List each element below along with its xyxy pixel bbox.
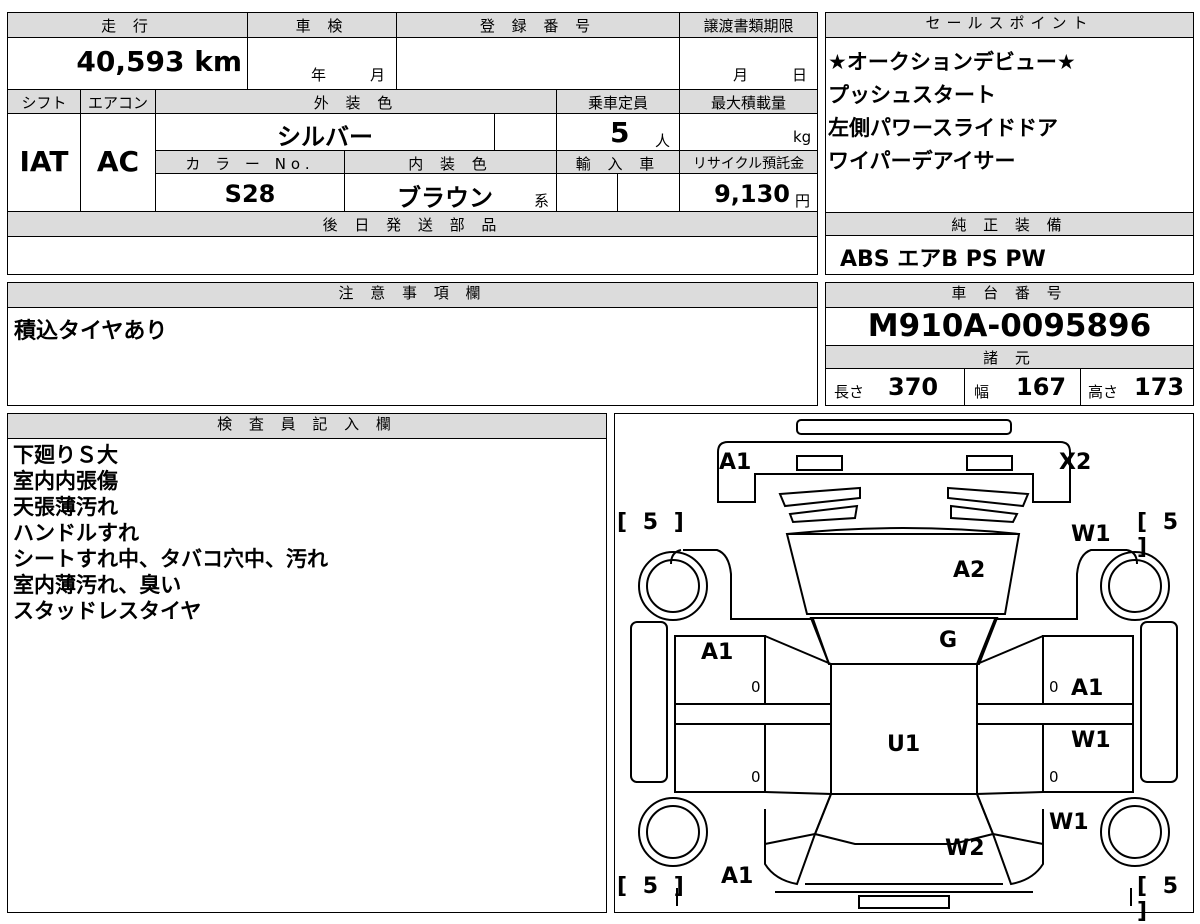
exterior-color-header: 外 装 色 — [313, 94, 399, 112]
zero-mark: 0 — [1049, 768, 1059, 786]
mark-right-front-fender: W1 — [1071, 522, 1111, 547]
height-label: 高さ — [1088, 383, 1119, 401]
mark-rear-left: A1 — [721, 864, 754, 889]
recycle-header: リサイクル預託金 — [692, 156, 805, 172]
sales-point-item: 左側パワースライドドア — [828, 116, 1058, 140]
ac-value: AC — [96, 145, 140, 178]
interior-color-suffix: 系 — [534, 192, 550, 210]
zero-mark: 0 — [751, 768, 761, 786]
tread-rear-left: [ 5 ] — [617, 874, 688, 899]
tread-front-left: [ 5 ] — [617, 510, 688, 535]
interior-color-value: ブラウン — [397, 184, 493, 212]
inspector-header: 検 査 員 記 入 欄 — [8, 414, 606, 439]
notes-header: 注 意 事 項 欄 — [8, 283, 817, 308]
genuine-equipment-header: 純 正 装 備 — [951, 216, 1068, 234]
length-label: 長さ — [834, 383, 865, 401]
chassis-panel: 車 台 番 号 M910A-0095896 諸 元 長さ 370 幅 167 高… — [825, 282, 1194, 406]
inspector-note: スタッドレスタイヤ — [13, 599, 202, 623]
mark-right-front-door: A1 — [1071, 676, 1104, 701]
shift-header: シフト — [21, 94, 67, 112]
tread-front-right: [ 5 ] — [1137, 510, 1183, 560]
transfer-month-unit: 月 — [733, 66, 749, 84]
zero-mark: 0 — [751, 678, 761, 696]
recycle-fee-value: 9,130 — [714, 180, 790, 208]
width-value: 167 — [1016, 373, 1067, 401]
mark-right-rear-door: W1 — [1071, 728, 1111, 753]
width-label: 幅 — [974, 383, 990, 401]
recycle-fee-unit: 円 — [795, 192, 811, 210]
capacity-header: 乗車定員 — [587, 94, 648, 112]
shift-value: IAT — [19, 145, 69, 178]
mark-rear-glass: W2 — [945, 836, 985, 861]
import-header: 輸 入 車 — [575, 155, 661, 173]
inspection-month-unit: 月 — [370, 66, 386, 84]
sales-point-item: プッシュスタート — [828, 83, 996, 107]
sales-points-panel: セールスポイント ★オークションデビュー★ プッシュスタート 左側パワースライド… — [825, 12, 1194, 275]
exterior-color-value: シルバー — [277, 123, 373, 151]
height-value: 173 — [1134, 373, 1185, 401]
inspector-note: シートすれ中、タバコ穴中、汚れ — [13, 547, 328, 571]
inspector-panel: 検 査 員 記 入 欄 下廻りＳ大 室内内張傷 天張薄汚れ ハンドルすれ シート… — [7, 413, 607, 913]
transfer-header: 譲渡書類期限 — [703, 17, 794, 35]
chassis-number: M910A-0095896 — [867, 308, 1152, 344]
color-no-header: カ ラ ー No. — [185, 155, 315, 173]
inspector-note: 室内内張傷 — [13, 469, 118, 493]
ac-header: エアコン — [87, 94, 148, 112]
registration-header: 登 録 番 号 — [479, 17, 597, 35]
interior-color-header: 内 装 色 — [408, 155, 493, 173]
mark-front-right: X2 — [1059, 450, 1092, 475]
mark-left-front-door: A1 — [701, 640, 734, 665]
mileage-header: 走 行 — [101, 17, 154, 35]
capacity-unit: 人 — [655, 132, 671, 150]
sales-point-item: ワイパーデアイサー — [828, 149, 1016, 173]
length-value: 370 — [888, 373, 939, 401]
tread-rear-right: [ 5 ] — [1137, 874, 1183, 924]
max-load-header: 最大積載量 — [710, 94, 786, 112]
inspection-header: 車 検 — [295, 17, 349, 35]
inspector-note: 天張薄汚れ — [13, 495, 118, 519]
color-no-value: S28 — [224, 180, 276, 208]
later-parts-header: 後 日 発 送 部 品 — [322, 216, 503, 234]
mark-roof: U1 — [887, 732, 921, 757]
inspector-note: 下廻りＳ大 — [13, 443, 118, 467]
inspector-notes-list: 下廻りＳ大 室内内張傷 天張薄汚れ ハンドルすれ シートすれ中、タバコ穴中、汚れ… — [13, 442, 328, 624]
car-diagram-panel: A1 X2 A2 G U1 A1 A1 W1 W1 W1 W2 A1 0 0 0… — [614, 413, 1194, 924]
transfer-day-unit: 日 — [792, 66, 808, 84]
max-load-unit: kg — [793, 128, 812, 146]
mark-right-rear-quarter: W1 — [1049, 810, 1089, 835]
chassis-header: 車 台 番 号 — [826, 283, 1193, 308]
mark-front-left: A1 — [719, 450, 752, 475]
sales-points-header: セールスポイント — [826, 13, 1193, 38]
sales-points-list: ★オークションデビュー★ プッシュスタート 左側パワースライドドア ワイパーデア… — [828, 46, 1076, 178]
mark-windshield: G — [939, 628, 958, 653]
mark-hood: A2 — [953, 558, 986, 583]
capacity-value: 5 — [610, 116, 630, 149]
specs-header: 諸 元 — [983, 349, 1036, 367]
notes-panel: 注 意 事 項 欄 積込タイヤあり — [7, 282, 818, 406]
genuine-equipment-value: ABS エアB PS PW — [840, 247, 1046, 272]
inspection-year-unit: 年 — [311, 66, 327, 84]
inspector-note: 室内薄汚れ、臭い — [13, 573, 182, 597]
mileage-value: 40,593 km — [76, 45, 242, 78]
sales-point-item: ★オークションデビュー★ — [828, 50, 1076, 74]
notes-text: 積込タイヤあり — [14, 319, 168, 344]
zero-mark: 0 — [1049, 678, 1059, 696]
inspector-note: ハンドルすれ — [13, 521, 139, 545]
